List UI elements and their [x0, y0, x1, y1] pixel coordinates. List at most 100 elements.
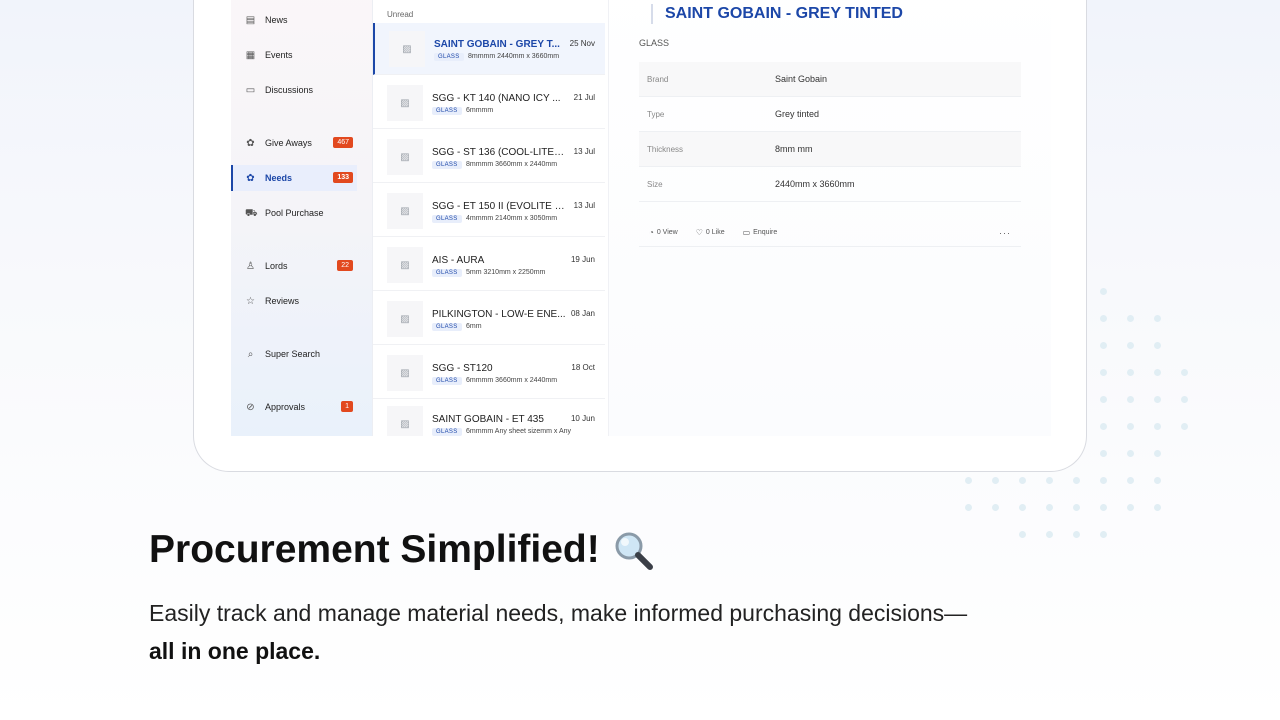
- category-tag: GLASS: [432, 107, 462, 115]
- truck-icon: ⛟: [245, 207, 258, 219]
- subtext-body: Easily track and manage material needs, …: [149, 600, 968, 626]
- count-badge: 467: [333, 137, 353, 148]
- list-item[interactable]: ▨ AIS - AURA 19 Jun GLASS 5mm 3210mm x 2…: [373, 239, 605, 291]
- item-spec: 4mmmm 2140mm x 3050mm: [466, 215, 558, 222]
- newspaper-icon: ▤: [245, 14, 256, 26]
- sidebar-item-label: Super Search: [265, 349, 321, 359]
- image-placeholder-icon: ▨: [387, 406, 423, 436]
- image-placeholder-icon: ▨: [387, 193, 423, 229]
- action-bar: ◔ 0 View ♡ 0 Like ▭ Enquire ···: [639, 223, 1021, 247]
- item-date: 19 Jun: [570, 255, 595, 264]
- chat-icon: ▭: [245, 84, 256, 96]
- list-item[interactable]: ▨ SAINT GOBAIN - ET 435 10 Jun GLASS 6mm…: [373, 398, 605, 436]
- item-date: 10 Jun: [570, 414, 595, 423]
- item-spec: 6mmmm Any sheet sizemm x Any: [466, 428, 572, 435]
- view-count: 0 View: [656, 229, 678, 236]
- sidebar-item-news[interactable]: ▤ News: [231, 7, 357, 33]
- sidebar-item-events[interactable]: ▦ Events: [231, 42, 357, 68]
- spec-row: Size 2440mm x 3660mm: [639, 167, 1021, 202]
- spec-key: Size: [647, 179, 663, 189]
- more-options-button[interactable]: ···: [999, 228, 1011, 238]
- sidebar: ▤ News ▦ Events ▭ Discussions ✿ Give Awa…: [231, 0, 373, 436]
- sidebar-item-give-aways[interactable]: ✿ Give Aways 467: [231, 130, 357, 156]
- spec-row: Brand Saint Gobain: [639, 62, 1021, 97]
- magnifying-glass-icon: [612, 529, 654, 571]
- category-tag: GLASS: [432, 428, 462, 436]
- image-placeholder-icon: ▨: [387, 355, 423, 391]
- needs-list: Unread ▨ SAINT GOBAIN - GREY T... 25 Nov…: [373, 0, 609, 436]
- calendar-icon: ▦: [245, 49, 256, 61]
- search-icon: ⌕: [247, 348, 254, 360]
- sidebar-item-needs[interactable]: ✿ Needs 133: [231, 165, 357, 191]
- list-item[interactable]: ▨ SGG - KT 140 (NANO ICY ... 21 Jul GLAS…: [373, 77, 605, 129]
- category-tag: GLASS: [432, 377, 462, 385]
- spec-row: Thickness 8mm mm: [639, 132, 1021, 167]
- count-badge: 1: [341, 401, 353, 412]
- item-spec: 6mmmm 3660mm x 2440mm: [466, 377, 558, 384]
- spec-key: Type: [647, 109, 665, 119]
- item-title: SGG - ST120: [432, 363, 493, 374]
- sidebar-item-lords[interactable]: ♙ Lords 22: [231, 253, 357, 279]
- sidebar-item-label: Events: [265, 50, 293, 60]
- item-spec: 6mm: [466, 323, 482, 330]
- sidebar-item-approvals[interactable]: ⊘ Approvals 1: [231, 394, 357, 420]
- like-count: 0 Like: [705, 229, 725, 236]
- category-tag: GLASS: [432, 269, 462, 277]
- spec-value: Grey tinted: [775, 109, 820, 119]
- image-placeholder-icon: ▨: [387, 85, 423, 121]
- list-item[interactable]: ▨ SGG - ST 136 (COOL-LITE G... 13 Jul GL…: [373, 131, 605, 183]
- item-spec: 6mmmm: [466, 107, 494, 114]
- item-title: PILKINGTON - LOW-E ENE...: [432, 309, 566, 320]
- app-window: ▤ News ▦ Events ▭ Discussions ✿ Give Awa…: [231, 0, 1051, 436]
- item-title: SGG - KT 140 (NANO ICY ...: [432, 93, 561, 104]
- sidebar-item-discussions[interactable]: ▭ Discussions: [231, 77, 357, 103]
- sidebar-item-label: Needs: [265, 173, 293, 183]
- check-circle-icon: ⊘: [246, 401, 255, 413]
- gift-icon: ✿: [246, 137, 255, 149]
- image-placeholder-icon: ▨: [387, 139, 423, 175]
- sidebar-item-reviews[interactable]: ☆ Reviews: [231, 288, 357, 314]
- user-icon: ♙: [246, 260, 255, 272]
- marketing-headline: Procurement Simplified!: [149, 528, 654, 572]
- list-item[interactable]: ▨ SGG - ST120 18 Oct GLASS 6mmmm 3660mm …: [373, 347, 605, 399]
- spec-row: Type Grey tinted: [639, 97, 1021, 132]
- thumbs-up-icon: ♡: [695, 228, 703, 237]
- marketing-subtext: Easily track and manage material needs, …: [149, 594, 1139, 670]
- item-date: 08 Jan: [570, 309, 595, 318]
- spec-key: Brand: [647, 74, 669, 84]
- subtext-bold: all in one place.: [149, 638, 321, 664]
- item-date: 25 Nov: [569, 39, 595, 48]
- image-placeholder-icon: ▨: [387, 301, 423, 337]
- view-button[interactable]: ◔ 0 View: [649, 228, 678, 237]
- message-icon: ▭: [742, 228, 751, 237]
- item-date: 18 Oct: [571, 363, 595, 372]
- detail-panel: SAINT GOBAIN - GREY TINTED GLASS Brand S…: [609, 0, 1051, 436]
- list-item[interactable]: ▨ SGG - ET 150 II (EVOLITE C... 13 Jul G…: [373, 185, 605, 237]
- image-placeholder-icon: ▨: [389, 31, 425, 67]
- item-title: SGG - ET 150 II (EVOLITE C...: [432, 201, 566, 212]
- detail-title: SAINT GOBAIN - GREY TINTED: [651, 4, 903, 24]
- sidebar-item-label: Give Aways: [265, 138, 312, 148]
- item-date: 13 Jul: [573, 201, 595, 210]
- list-section-header: Unread: [387, 10, 414, 19]
- spec-value: Saint Gobain: [775, 74, 828, 84]
- item-spec: 5mm 3210mm x 2250mm: [466, 269, 546, 276]
- sidebar-item-label: Approvals: [265, 402, 306, 412]
- headline-text: Procurement Simplified!: [149, 528, 600, 571]
- spec-table: Brand Saint Gobain Type Grey tinted Thic…: [639, 62, 1021, 202]
- image-placeholder-icon: ▨: [387, 247, 423, 283]
- tablet-frame: ▤ News ▦ Events ▭ Discussions ✿ Give Awa…: [193, 0, 1087, 472]
- list-item[interactable]: ▨ PILKINGTON - LOW-E ENE... 08 Jan GLASS…: [373, 293, 605, 345]
- sidebar-item-label: Pool Purchase: [265, 208, 324, 218]
- like-button[interactable]: ♡ 0 Like: [696, 228, 725, 237]
- star-icon: ☆: [246, 295, 255, 307]
- category-tag: GLASS: [432, 215, 462, 223]
- sidebar-item-label: Lords: [265, 261, 288, 271]
- enquire-button[interactable]: ▭ Enquire: [743, 228, 778, 237]
- list-item[interactable]: ▨ SAINT GOBAIN - GREY T... 25 Nov GLASS …: [373, 23, 605, 75]
- item-title: SAINT GOBAIN - GREY T...: [434, 39, 560, 50]
- sidebar-item-pool-purchase[interactable]: ⛟ Pool Purchase: [231, 200, 357, 226]
- sidebar-item-super-search[interactable]: ⌕ Super Search: [231, 341, 357, 367]
- count-badge: 133: [333, 172, 353, 183]
- detail-category: GLASS: [639, 38, 670, 48]
